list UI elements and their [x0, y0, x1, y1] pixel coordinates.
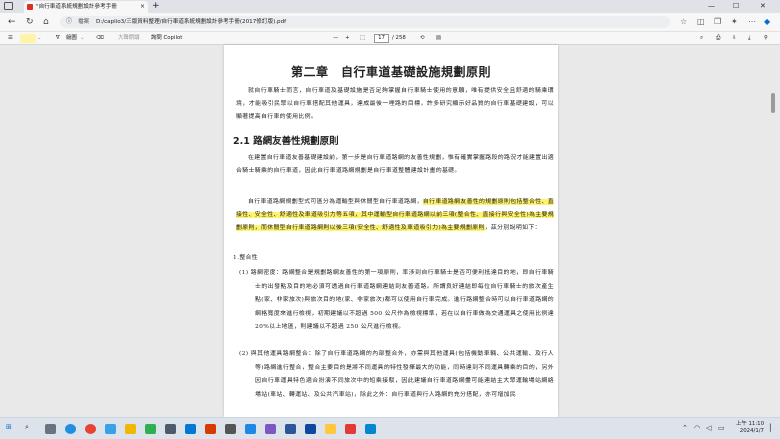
extensions-icon[interactable]: ✦: [731, 16, 738, 28]
draw-icon[interactable]: ∇: [56, 32, 60, 45]
address-bar[interactable]: ⓘ 檔案 D:/caplio3/三版資料整理/自行車道系統規劃設計參考手冊(20…: [60, 16, 670, 28]
intro-paragraph: 就自行車騎士而言，自行車道及基礎設施是否足夠掌握自行車騎士使用的意願，唯有提供安…: [236, 88, 554, 120]
notification-icon[interactable]: ▏: [770, 424, 775, 432]
taskbar: ⊞ ⌕ ⌃ ◠ ◁ ▭ 上午 11:10 2024/1/7 ▏: [0, 417, 780, 439]
word-icon[interactable]: [285, 424, 296, 434]
save-as-icon[interactable]: ⤓: [748, 32, 750, 45]
acrobat-icon[interactable]: [345, 424, 356, 434]
collections-icon[interactable]: ❐: [714, 16, 721, 28]
close-window-button[interactable]: ✕: [760, 0, 766, 12]
chrome-icon[interactable]: [85, 424, 96, 434]
tab-close-icon[interactable]: ×: [140, 1, 145, 13]
store-icon[interactable]: [185, 424, 196, 434]
pdf-file-icon: [27, 4, 33, 10]
outlook-icon[interactable]: [305, 424, 316, 434]
file-explorer-icon[interactable]: [125, 424, 136, 434]
refresh-icon[interactable]: ↻: [26, 16, 34, 28]
windows-start-icon[interactable]: ⊞: [6, 423, 12, 431]
pdf-page: 第二章 自行車道基礎設施規劃原則 就自行車騎士而言，自行車道及基礎設施是否足夠掌…: [224, 45, 558, 417]
chapter-title: 第二章 自行車道基礎設施規劃原則: [290, 65, 491, 79]
edge-icon[interactable]: [65, 424, 76, 434]
pdf-toolbar: ☰ ⌄ ∇ 繪圖 ⌄ ⌫ 大聲朗讀 詢問 Copilot — + ⬚ 17 / …: [0, 31, 780, 45]
address-toolbar: ← ↻ ⌂ ⓘ 檔案 D:/caplio3/三版資料整理/自行車道系統規劃設計參…: [0, 13, 780, 31]
line-icon[interactable]: [145, 424, 156, 434]
settings-icon[interactable]: [165, 424, 176, 434]
list-heading: 1.整合性: [233, 255, 259, 261]
maximize-button[interactable]: ☐: [733, 0, 739, 12]
battery-icon[interactable]: ▭: [718, 424, 725, 432]
rotate-icon[interactable]: ⟲: [420, 32, 425, 45]
list-item-2: (2) 與其他運具路網整合：除了自行車道路網的內部整合外，亦需與其他運具(包括機…: [239, 351, 554, 398]
wifi-icon[interactable]: ◠: [694, 424, 700, 432]
scrollbar-thumb[interactable]: [771, 93, 775, 113]
save-icon[interactable]: ⇩: [732, 32, 737, 45]
total-pages: / 258: [392, 35, 406, 41]
fit-page-icon[interactable]: ⬚: [360, 32, 365, 45]
info-icon[interactable]: ⓘ: [66, 16, 72, 28]
address-scheme-label: 檔案: [78, 19, 90, 25]
pin-icon[interactable]: ⚲: [764, 32, 768, 45]
read-aloud-button[interactable]: 大聲朗讀: [118, 32, 140, 45]
clock-time: 上午 11:10: [735, 421, 764, 427]
new-tab-button[interactable]: +: [152, 0, 160, 12]
section-title: 2.1 路網友善性規劃原則: [233, 136, 339, 147]
split-screen-icon[interactable]: ◫: [697, 16, 705, 28]
page-number-input[interactable]: 17: [374, 34, 389, 43]
address-path[interactable]: D:/caplio3/三版資料整理/自行車道系統規劃設計參考手冊(2017修訂版…: [96, 16, 286, 28]
favorites-star-icon[interactable]: ☆: [680, 16, 687, 28]
home-icon[interactable]: ⌂: [43, 16, 49, 28]
search-icon[interactable]: ⌕: [700, 32, 703, 45]
chevron-up-icon[interactable]: ⌃: [682, 424, 688, 432]
search-taskbar-icon[interactable]: ⌕: [25, 423, 29, 432]
more-menu-icon[interactable]: ⋯: [748, 16, 756, 28]
chevron-down-icon[interactable]: ⌄: [37, 32, 42, 45]
tab-actions-icon[interactable]: [4, 2, 13, 10]
paragraph-2-plain: 自行車道路網規劃型式可區分為運輸型與休閒型自行車道路網，: [248, 199, 423, 205]
zoom-out-button[interactable]: —: [333, 32, 338, 45]
teams-icon[interactable]: [265, 424, 276, 434]
copilot-icon[interactable]: ◆: [764, 16, 770, 28]
mail-icon[interactable]: [245, 424, 256, 434]
clock-date: 2024/1/7: [739, 428, 764, 434]
print-icon[interactable]: ⎙: [716, 32, 720, 45]
pdf-viewer[interactable]: 第二章 自行車道基礎設施規劃原則 就自行車騎士而言，自行車道及基礎設施是否足夠掌…: [0, 45, 780, 417]
highlight-icon[interactable]: [20, 34, 36, 43]
copilot-button[interactable]: 詢問 Copilot: [151, 32, 182, 45]
media-icon[interactable]: [225, 424, 236, 434]
page-view-icon[interactable]: ▤: [436, 32, 441, 45]
volume-icon[interactable]: ◁: [706, 424, 711, 432]
eraser-icon[interactable]: ⌫: [96, 32, 104, 45]
photos-icon[interactable]: [105, 424, 116, 434]
folder-icon[interactable]: [325, 424, 336, 434]
contents-icon[interactable]: ☰: [8, 32, 13, 45]
tab-title: "自行車道系統規劃設計參考手冊: [36, 4, 117, 10]
minimize-button[interactable]: —: [708, 0, 715, 12]
office-icon[interactable]: [205, 424, 216, 434]
task-view-icon[interactable]: [45, 424, 56, 434]
tab-strip: "自行車道系統規劃設計參考手冊 × + — ☐ ✕: [0, 0, 780, 13]
draw-chevron-icon[interactable]: ⌄: [80, 32, 85, 45]
paragraph-2: 自行車道路網規劃型式可區分為運輸型與休閒型自行車道路網，自行車道路網友善性的規劃…: [236, 196, 554, 235]
paragraph-1: 在建置自行車道友善基礎建設前，第一步是自行車道路網的友善性規劃，惟有確實掌握路段…: [236, 155, 554, 174]
tab-pdf-document[interactable]: "自行車道系統規劃設計參考手冊 ×: [24, 1, 148, 13]
draw-button[interactable]: 繪圖: [66, 32, 77, 45]
paragraph-2-tail: ，茲分別說明如下：: [484, 225, 541, 231]
list-item-1: (1) 路網密度：路網整合是規劃路網友善性的第一項原則，率涉到自行車騎士是否可便…: [239, 270, 554, 331]
back-arrow-icon[interactable]: ←: [8, 16, 16, 28]
zoom-in-button[interactable]: +: [345, 32, 350, 45]
taskbar-clock[interactable]: 上午 11:10 2024/1/7: [736, 421, 764, 435]
app-icon[interactable]: [365, 424, 376, 434]
